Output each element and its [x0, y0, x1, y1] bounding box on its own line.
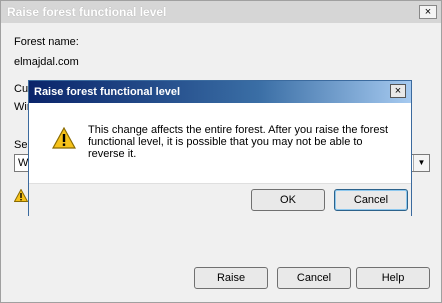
ok-button[interactable]: OK: [251, 189, 325, 211]
dialog-titlebar: Raise forest functional level ×: [29, 81, 411, 103]
dialog-cancel-button[interactable]: Cancel: [334, 189, 408, 211]
select-value: W: [18, 157, 29, 169]
confirm-dialog: Raise forest functional level × This cha…: [28, 80, 412, 216]
dialog-message: This change affects the entire forest. A…: [88, 124, 389, 160]
chevron-down-icon[interactable]: ▼: [413, 155, 429, 171]
dialog-close-button[interactable]: ×: [390, 84, 406, 98]
warning-icon: [51, 126, 77, 152]
dialog-footer: OK Cancel: [29, 183, 411, 216]
forest-name-value: elmajdal.com: [14, 56, 79, 68]
outer-titlebar: Raise forest functional level ×: [1, 1, 441, 23]
help-button[interactable]: Help: [356, 267, 430, 289]
dialog-title: Raise forest functional level: [34, 86, 181, 98]
warning-icon: [13, 188, 29, 205]
dialog-body: This change affects the entire forest. A…: [29, 103, 411, 183]
raise-button[interactable]: Raise: [194, 267, 268, 289]
outer-title: Raise forest functional level: [7, 5, 167, 19]
outer-close-button[interactable]: ×: [419, 5, 437, 19]
forest-name-label: Forest name:: [14, 36, 79, 48]
cancel-button[interactable]: Cancel: [277, 267, 351, 289]
